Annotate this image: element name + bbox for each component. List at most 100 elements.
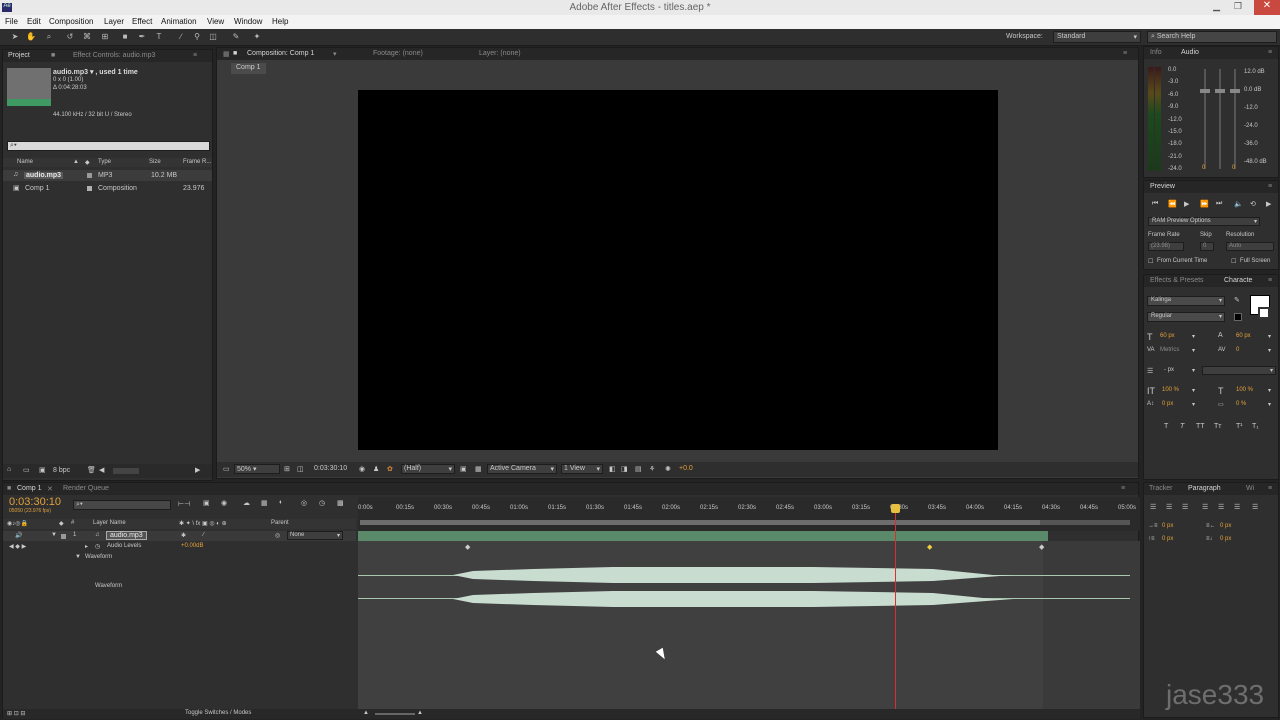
font-size-value[interactable]: 60 px (1160, 333, 1175, 339)
chevron-down-icon[interactable]: ▾ (1268, 387, 1271, 394)
roi-icon[interactable]: ▣ (460, 465, 467, 473)
indent-left-value[interactable]: 0 px (1162, 523, 1173, 529)
chevron-down-icon[interactable]: ▾ (333, 50, 337, 58)
workspace-select[interactable]: Standard ▾ (1053, 31, 1141, 43)
layer-name[interactable]: audio.mp3 (106, 531, 147, 540)
menu-layer[interactable]: Layer (104, 17, 124, 26)
view-layout-select[interactable]: 1 View ▾ (561, 464, 603, 474)
exposure-icon[interactable]: ✺ (665, 465, 671, 473)
skip-select[interactable]: 0 (1200, 242, 1214, 251)
ram-preview-icon[interactable]: ▶ (1266, 200, 1271, 208)
tab-tracker[interactable]: Tracker (1149, 485, 1172, 492)
menu-view[interactable]: View (207, 17, 224, 26)
timeline-search-input[interactable]: ⌕▾ (73, 500, 171, 510)
panel-menu-icon[interactable]: ≡ (1268, 277, 1272, 284)
master-level-slider[interactable] (1230, 89, 1240, 93)
clone-tool-icon[interactable]: ⚲ (192, 32, 202, 42)
keyframe-icon[interactable]: ◆ (465, 543, 470, 551)
panel-menu-icon[interactable]: ≡ (1268, 183, 1272, 190)
right-level-slider[interactable] (1215, 89, 1225, 93)
eraser-tool-icon[interactable]: ◫ (208, 32, 218, 42)
stroke-style-select[interactable]: ▾ (1202, 366, 1276, 375)
tab-paragraph[interactable]: Paragraph (1188, 485, 1221, 492)
tracking-value[interactable]: 0 (1236, 347, 1239, 353)
chevron-down-icon[interactable]: ▾ (1192, 387, 1195, 394)
tab-layer[interactable]: Layer: (none) (479, 50, 521, 57)
time-ruler[interactable]: 0:00s 00:15s 00:30s 00:45s 01:00s 01:15s 01:30… (358, 497, 1140, 531)
space-after-value[interactable]: 0 px (1220, 536, 1231, 542)
shy-layers-icon[interactable]: ☁ (243, 499, 250, 507)
new-folder-icon[interactable]: ▭ (23, 466, 30, 474)
zoom-in-icon[interactable]: ▲ (417, 710, 423, 716)
brainstorm-icon[interactable]: ◎ (301, 499, 307, 507)
close-button[interactable]: ✕ (1254, 0, 1280, 15)
hand-tool-icon[interactable]: ✋ (26, 32, 36, 42)
leading-value[interactable]: 60 px (1236, 333, 1251, 339)
left-level-slider[interactable] (1200, 89, 1210, 93)
camera-select[interactable]: Active Camera ▾ (487, 464, 557, 474)
zoom-select[interactable]: 50% ▾ (234, 464, 280, 474)
tab-audio[interactable]: Audio (1181, 49, 1199, 56)
stroke-color-swatch[interactable] (1258, 307, 1270, 319)
vertical-scale-value[interactable]: 100 % (1162, 387, 1179, 393)
tab-preview[interactable]: Preview (1150, 183, 1175, 190)
av-switches-icon[interactable]: ◉♪◎🔒 (7, 520, 28, 527)
chevron-down-icon[interactable]: ▾ (1192, 333, 1195, 340)
menu-edit[interactable]: Edit (27, 17, 41, 26)
zoom-out-icon[interactable]: ▲ (363, 710, 369, 716)
parent-select[interactable]: None ▾ (287, 531, 343, 540)
first-frame-icon[interactable]: ⏮ (1152, 200, 1158, 208)
layer-duration-bar[interactable] (358, 531, 1048, 541)
pan-behind-tool-icon[interactable]: ⊞ (100, 32, 110, 42)
expand-panes-icon[interactable]: ⊞ ⊡ ⊟ (7, 710, 25, 717)
label-swatch[interactable] (61, 534, 66, 539)
justify-left-icon[interactable]: ☰ (1202, 503, 1208, 511)
superscript-icon[interactable]: T¹ (1236, 423, 1243, 430)
roto-brush-tool-icon[interactable]: ✎ (231, 32, 241, 42)
tsume-value[interactable]: 0 % (1236, 401, 1246, 407)
font-family-select[interactable]: Kalinga ▾ (1147, 296, 1225, 306)
transparency-grid-icon[interactable]: ▦ (475, 465, 482, 473)
resolution-select[interactable]: Auto (1226, 242, 1274, 251)
work-area-range[interactable] (360, 520, 1040, 525)
frame-blending-icon[interactable]: ▦ (261, 499, 268, 507)
fast-preview-icon[interactable]: ◨ (621, 465, 628, 473)
expand-icon[interactable]: ▸ (85, 543, 88, 550)
menu-window[interactable]: Window (234, 17, 262, 26)
playhead-handle[interactable] (891, 504, 900, 513)
expand-icon[interactable]: ▼ (75, 554, 81, 560)
panel-menu-icon[interactable]: ≡ (1121, 485, 1125, 492)
from-current-checkbox[interactable]: ☐ (1148, 258, 1153, 265)
color-channel-icon[interactable]: ✿ (387, 465, 393, 473)
stroke-width-value[interactable]: - px (1164, 367, 1174, 373)
new-comp-icon[interactable]: ▣ (39, 466, 46, 474)
grid-icon[interactable]: ⊞ (284, 465, 290, 473)
frame-rate-select[interactable]: (23.98) (1148, 242, 1184, 251)
tab-composition[interactable]: Composition: Comp 1 (247, 50, 314, 57)
tab-wiggler[interactable]: Wi (1246, 485, 1254, 492)
current-time[interactable]: 0:03:30:10 (314, 465, 347, 472)
chevron-down-icon[interactable]: ▾ (1192, 347, 1195, 354)
comp-breadcrumb[interactable]: Comp 1 (231, 63, 266, 74)
restore-icon[interactable]: ❐ (1234, 1, 1242, 12)
small-caps-icon[interactable]: Tт (1214, 423, 1221, 430)
mask-icon[interactable]: ◫ (297, 465, 304, 473)
collapse-icon[interactable]: ✱ (181, 532, 186, 539)
puppet-tool-icon[interactable]: ✦ (252, 32, 262, 42)
live-update-icon[interactable]: ▣ (203, 499, 210, 507)
current-time-indicator[interactable] (895, 505, 896, 717)
tab-character[interactable]: Characte (1224, 277, 1252, 284)
composition-mini-flowchart-icon[interactable]: ⊢⊣ (178, 500, 190, 508)
graph-editor-icon[interactable]: ▩ (337, 499, 344, 507)
loop-icon[interactable]: ⟲ (1250, 200, 1256, 208)
level-right-value[interactable]: 0 (1232, 165, 1235, 171)
close-icon[interactable]: ■ (51, 52, 55, 59)
rectangle-tool-icon[interactable]: ■ (120, 32, 130, 42)
justify-right-icon[interactable]: ☰ (1234, 503, 1240, 511)
lock-icon[interactable]: ▦ (223, 50, 230, 58)
list-item[interactable]: ♫ audio.mp3 MP3 10.2 MB (3, 170, 212, 181)
stopwatch-icon[interactable]: ◷ (95, 543, 100, 550)
current-timecode[interactable]: 0:03:30:10 (9, 496, 61, 508)
scroll-right-icon[interactable]: ▶ (195, 466, 200, 474)
level-left-value[interactable]: 0 (1202, 165, 1205, 171)
